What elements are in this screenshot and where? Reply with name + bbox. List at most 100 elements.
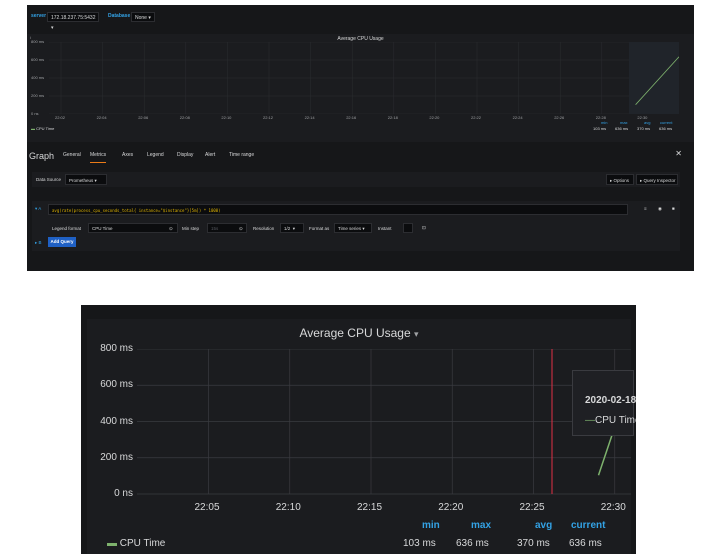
database-variable-dropdown[interactable]: None ▾ xyxy=(131,12,155,22)
trash-icon[interactable]: ■ xyxy=(672,206,675,211)
data-source-value: Prometheus ▾ xyxy=(69,178,97,183)
mini-legend-max-value: 636 ms xyxy=(615,126,629,131)
instant-checkbox[interactable] xyxy=(403,223,413,233)
format-as-value: Time series ▾ xyxy=(338,226,365,231)
tooltip-swatch: — xyxy=(585,415,595,426)
legend-format-label: Legend format xyxy=(52,226,82,231)
y-tick-label: 800 ms xyxy=(100,343,133,354)
legend-format-input[interactable]: CPU Time ⊙ xyxy=(88,223,178,233)
x-tick-label: 22:15 xyxy=(357,502,383,513)
mini-x-tick-label: 22:14 xyxy=(304,115,315,120)
mini-graph-panel: Average CPU Usage i 800 ms 600 ms 400 ms 20… xyxy=(27,34,694,142)
resolution-value: 1/2 ▾ xyxy=(284,226,296,231)
mini-x-tick-label: 22:02 xyxy=(55,115,66,120)
legend-current-header[interactable]: current xyxy=(571,520,605,531)
query-editor-area: ▾ A avg(rate(process_cpu_seconds_total{ … xyxy=(32,201,680,251)
query-expression-input[interactable]: avg(rate(process_cpu_seconds_total{ inst… xyxy=(48,204,628,215)
legend-series-item[interactable]: ▬ CPU Time xyxy=(107,538,165,549)
mini-legend-min-value: 103 ms xyxy=(593,126,607,131)
query-b-collapse[interactable]: ▸ B xyxy=(35,240,42,246)
tab-metrics[interactable]: Metrics xyxy=(90,152,107,163)
add-query-button[interactable]: Add Query xyxy=(48,237,76,247)
min-step-input[interactable]: 15s ⊙ xyxy=(207,223,247,233)
legend-avg-value: 370 ms xyxy=(517,538,550,549)
options-button-label: ▸ Options xyxy=(610,178,630,183)
mini-legend-min-header[interactable]: min xyxy=(601,120,607,125)
help-icon[interactable]: ⊡ xyxy=(422,225,426,231)
mini-x-tick-label: 22:24 xyxy=(512,115,523,120)
mini-legend-avg-header[interactable]: avg xyxy=(644,120,650,125)
tab-display[interactable]: Display xyxy=(177,152,193,158)
legend-min-header[interactable]: min xyxy=(422,520,440,531)
min-step-info-icon[interactable]: ⊙ xyxy=(239,226,243,232)
tooltip-series: —CPU Time xyxy=(585,415,636,426)
mini-legend-series[interactable]: ▬ CPU Time xyxy=(31,126,54,131)
min-step-label: Min step xyxy=(182,226,200,231)
mini-x-tick-label: 22:18 xyxy=(387,115,398,120)
mini-y-tick-label: 600 ms xyxy=(31,57,45,62)
mini-y-tick-label: 800 ms xyxy=(31,39,45,44)
x-tick-label: 22:30 xyxy=(600,502,626,513)
close-icon[interactable]: ✕ xyxy=(675,149,682,158)
legend-current-value: 636 ms xyxy=(569,538,602,549)
mini-x-tick-label: 22:04 xyxy=(96,115,107,120)
panel-title[interactable]: Average CPU Usage ▾ xyxy=(87,326,631,340)
legend-series-swatch: ▬ xyxy=(107,538,117,549)
query-inspector-label-text: Query Inspector xyxy=(643,178,676,183)
format-as-select[interactable]: Time series ▾ xyxy=(334,223,372,233)
mini-legend-series-label: CPU Time xyxy=(36,126,55,131)
eye-icon[interactable]: ◉ xyxy=(658,206,662,212)
options-label-text: Options xyxy=(613,178,630,183)
query-inspector-button[interactable]: ▸ Query Inspector xyxy=(636,174,678,185)
format-as-label: Format as xyxy=(309,226,330,231)
tab-legend[interactable]: Legend xyxy=(147,152,164,158)
data-source-label: Data Source xyxy=(36,177,62,182)
query-inspector-label: ▸ Query Inspector xyxy=(640,178,676,183)
grid xyxy=(137,349,631,495)
tab-general[interactable]: General xyxy=(63,152,81,158)
server-variable-dropdown[interactable]: 172.18.237.75:5432 ▾ xyxy=(47,12,99,31)
format-as-value-text: Time series xyxy=(338,226,362,231)
tab-alert[interactable]: Alert xyxy=(205,152,215,158)
legend-series-label: CPU Time xyxy=(119,538,166,549)
mini-x-tick-label: 22:20 xyxy=(429,115,440,120)
menu-icon[interactable]: ≡ xyxy=(644,206,647,211)
legend-min-value: 103 ms xyxy=(403,538,436,549)
y-tick-label: 400 ms xyxy=(100,415,133,427)
mini-legend-current-header[interactable]: current xyxy=(660,120,672,125)
editor-title: Graph xyxy=(29,151,55,161)
tab-time-range[interactable]: Time range xyxy=(229,152,254,158)
variable-bar: server 172.18.237.75:5432 ▾ Database Non… xyxy=(27,5,694,33)
database-variable-label: Database xyxy=(108,13,131,19)
resolution-select[interactable]: 1/2 ▾ xyxy=(280,223,304,233)
mini-x-tick-label: 22:12 xyxy=(263,115,274,120)
legend-format-info-icon[interactable]: ⊙ xyxy=(169,226,173,232)
tab-axes[interactable]: Axes xyxy=(122,152,133,158)
server-variable-label: server xyxy=(31,13,47,19)
query-b-letter: B xyxy=(38,240,42,245)
plot-area[interactable] xyxy=(137,349,631,499)
query-a-letter: A xyxy=(38,206,42,211)
chevron-down-icon[interactable]: ▾ xyxy=(414,329,419,339)
data-source-select[interactable]: Prometheus ▾ xyxy=(65,174,107,185)
mini-grid xyxy=(49,42,679,114)
tooltip-series-label: CPU Time xyxy=(595,415,636,426)
legend-max-header[interactable]: max xyxy=(471,520,491,531)
mini-x-tick-label: 22:08 xyxy=(179,115,190,120)
mini-x-tick-label: 22:16 xyxy=(346,115,357,120)
query-expression-text: avg(rate(process_cpu_seconds_total{ inst… xyxy=(52,208,221,213)
mini-legend-max-header[interactable]: max xyxy=(620,120,628,125)
instant-label: Instant xyxy=(378,226,392,231)
mini-x-tick-label: 22:10 xyxy=(221,115,232,120)
x-tick-label: 22:20 xyxy=(438,502,464,513)
min-step-placeholder: 15s xyxy=(211,226,219,231)
mini-plot-area[interactable] xyxy=(49,42,679,114)
y-tick-label: 0 ns xyxy=(114,488,133,499)
mini-y-tick-label: 0 ns xyxy=(31,111,39,116)
legend-avg-header[interactable]: avg xyxy=(535,520,552,531)
mini-legend-swatch: ▬ xyxy=(31,126,35,131)
y-tick-label: 200 ms xyxy=(100,451,133,463)
query-a-collapse[interactable]: ▾ A xyxy=(35,206,41,212)
mini-x-tick-label: 22:22 xyxy=(471,115,482,120)
options-button[interactable]: ▸ Options xyxy=(606,174,634,185)
